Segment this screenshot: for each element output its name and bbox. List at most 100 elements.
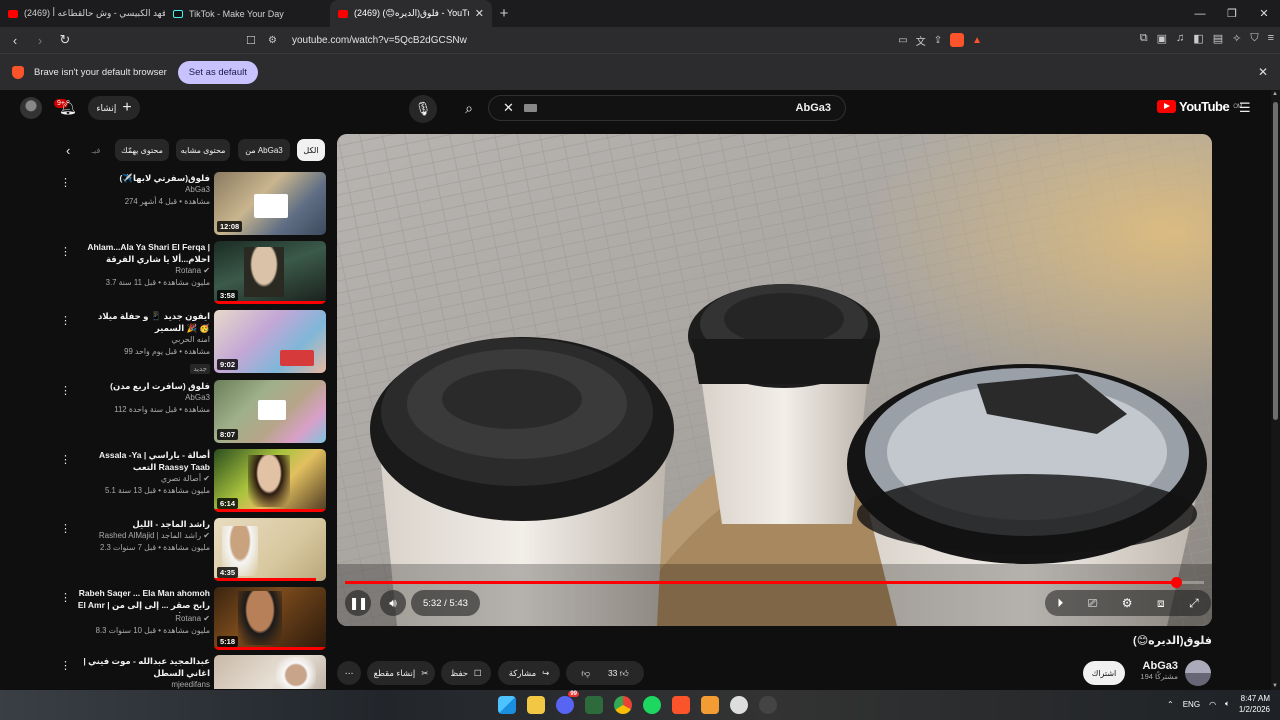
list-item[interactable]: ⋮ Assala -Ya | أصالة - ياراسي التعب Raas… [56, 449, 328, 515]
channel-name[interactable]: Rashed AlMajid | راشد الماجد ✔ [76, 530, 210, 542]
clock[interactable]: 8:47 AM 1/2/2026 [1239, 693, 1270, 715]
scrollbar-thumb[interactable] [1273, 102, 1278, 420]
bookmark-icon[interactable]: ☐ [246, 34, 268, 47]
more-options-icon[interactable]: ⋮ [60, 453, 71, 466]
video-thumbnail[interactable]: 12:08 [214, 172, 326, 235]
share-icon[interactable]: ⇪ [934, 35, 942, 46]
maximize-icon[interactable]: ❐ [1216, 0, 1248, 27]
pause-button[interactable]: ❚❚ [345, 590, 371, 616]
list-item[interactable]: ⋮ فلوق (سافرت اربع مدن) AbGa3 112 مشاهدة… [56, 380, 328, 446]
video-player[interactable]: ❚❚ 🔊︎ 5:32 / 5:43 ⏵ ⎚ ⚙ ⧈ ⤢ [337, 134, 1212, 626]
like-button[interactable]: 33 👍︎ [608, 668, 629, 679]
video-title[interactable]: ايفون جديد 📱 و حفلة ميلاد السمير 🎉 🥳 [76, 310, 210, 334]
close-infobar-icon[interactable]: ✕ [1258, 65, 1268, 79]
miniplayer-icon[interactable]: ⧈ [1157, 596, 1165, 611]
spotify-icon[interactable] [643, 696, 661, 714]
settings-gear-icon[interactable]: ⚙ [1122, 596, 1133, 610]
video-thumbnail[interactable]: 4:35 [214, 518, 326, 581]
video-title[interactable]: راشد الماجد - الليل [76, 518, 210, 530]
tab-youtube-active[interactable]: (2469) فلوق(الديره😊) - YouTube ✕ [330, 0, 492, 27]
language-indicator[interactable]: ENG [1183, 700, 1200, 709]
video-title[interactable]: فلوق(سفرتي لابها✈️) [76, 172, 210, 184]
github-icon[interactable] [730, 696, 748, 714]
list-item[interactable]: ⋮ ايفون جديد 📱 و حفلة ميلاد السمير 🎉 🥳 ا… [56, 310, 328, 376]
save-button[interactable]: حفظ ☐ [441, 661, 491, 685]
channel-name[interactable]: AbGa3 [76, 392, 210, 404]
dislike-icon[interactable]: 👎︎ [581, 668, 590, 679]
video-thumbnail[interactable]: 3:58 [214, 241, 326, 304]
clear-search-icon[interactable]: ✕ [503, 100, 514, 116]
scroll-up-icon[interactable]: ▲ [1272, 91, 1278, 97]
sidebar-icon[interactable]: ◧ [1193, 32, 1203, 45]
search-icon[interactable]: ⌕ [454, 95, 484, 121]
notifications-bell-icon[interactable]: 🔔︎ [59, 99, 77, 117]
xbox-icon[interactable] [585, 696, 603, 714]
screenshot-icon[interactable]: ▣ [1157, 32, 1167, 45]
tray-chevron-icon[interactable]: ⌃ [1167, 700, 1174, 709]
channel-name[interactable]: mjeedifans [76, 679, 210, 689]
address-bar[interactable]: ☐ ⚙ youtube.com/watch?v=5QcB2dGCSNw ▭ 文 … [246, 30, 990, 50]
video-thumbnail[interactable]: 6:14 [214, 449, 326, 512]
chip-for-you[interactable]: محتوى يهمّك [115, 139, 169, 161]
wallet-icon[interactable]: ▤ [1213, 32, 1223, 45]
channel-name[interactable]: Rotana ✔ [76, 265, 210, 277]
channel-name[interactable]: أصالة نصري ✔ [76, 473, 210, 485]
brave-taskbar-icon[interactable] [672, 696, 690, 714]
tab-fahad[interactable]: (2469) فهد الكبيسي - وش حالقطاعه أ [0, 0, 165, 27]
tab-tiktok[interactable]: TikTok - Make Your Day [165, 0, 330, 27]
back-icon[interactable]: ‹ [5, 33, 25, 48]
channel-name[interactable]: AbGa3 [76, 184, 210, 196]
list-item[interactable]: ⋮ فلوق(سفرتي لابها✈️) AbGa3 274 مشاهدة •… [56, 172, 328, 238]
video-title[interactable]: Ahlam...Ala Ya Shari El Ferqa | احلام...… [76, 241, 210, 265]
chip-all[interactable]: الكل [297, 139, 325, 161]
chip-related[interactable]: محتوى مشابه [176, 139, 230, 161]
volume-button[interactable]: 🔊︎ [380, 590, 406, 616]
fullscreen-icon[interactable]: ⤢ [1189, 596, 1199, 611]
url-text[interactable]: youtube.com/watch?v=5QcB2dGCSNw [292, 35, 467, 46]
vpn-icon[interactable]: ⛉ [1250, 32, 1258, 45]
leo-icon[interactable]: ✧ [1232, 32, 1241, 45]
app-triangle-icon[interactable] [701, 696, 719, 714]
new-tab-button[interactable]: + [492, 0, 516, 27]
video-thumbnail[interactable] [214, 655, 326, 689]
seek-bar[interactable] [345, 577, 1204, 588]
forward-icon[interactable]: › [30, 33, 50, 48]
app-record-icon[interactable] [759, 696, 777, 714]
close-tab-icon[interactable]: ✕ [475, 7, 484, 20]
menu-icon[interactable]: ≡ [1268, 32, 1274, 45]
keyboard-icon[interactable] [523, 104, 537, 112]
music-icon[interactable]: ♫ [1176, 32, 1184, 45]
guide-menu-icon[interactable]: ☰ [1239, 100, 1251, 116]
seek-handle[interactable] [1170, 577, 1182, 588]
clip-button[interactable]: إنشاء مقطع ✂ [367, 661, 435, 685]
autoplay-toggle-icon[interactable]: ⏵ [1057, 596, 1063, 611]
video-title[interactable]: فلوق (سافرت اربع مدن) [76, 380, 210, 392]
subscribe-button[interactable]: اشتراك [1083, 661, 1125, 685]
youtube-logo[interactable]: YouTube OM [1157, 99, 1242, 114]
speaker-icon[interactable]: 🔈︎ [1225, 699, 1230, 709]
list-item[interactable]: ⋮ Ahlam...Ala Ya Shari El Ferqa | احلام.… [56, 241, 328, 307]
chrome-icon[interactable] [614, 696, 632, 714]
video-thumbnail[interactable]: 5:18 [214, 587, 326, 650]
more-options-icon[interactable]: ⋮ [60, 591, 71, 604]
channel-name[interactable]: امنه الحربي [76, 334, 210, 346]
create-button[interactable]: إنشاء + [88, 96, 140, 120]
chip-partial[interactable]: فيـ [88, 139, 104, 161]
search-input[interactable]: ✕ AbGa3 [488, 95, 846, 121]
start-windows-icon[interactable] [498, 696, 516, 714]
chip-from-channel[interactable]: من AbGa3 [238, 139, 290, 161]
translate-icon[interactable]: 文 [916, 33, 926, 48]
more-options-icon[interactable]: ⋮ [60, 522, 71, 535]
voice-search-icon[interactable]: 🎙︎ [409, 95, 437, 123]
close-window-icon[interactable]: ✕ [1248, 0, 1280, 27]
list-item[interactable]: ⋮ عبدالمجيد عبدالله - موت فيني | اغاني ا… [56, 655, 328, 689]
list-item[interactable]: ⋮ Rabeh Saqer ... Ela Man ahomoh El Amr … [56, 587, 328, 653]
video-thumbnail[interactable]: 9:02 [214, 310, 326, 373]
video-title[interactable]: Rabeh Saqer ... Ela Man ahomoh El Amr | … [76, 587, 210, 613]
extensions-icon[interactable]: ⧉ [1140, 32, 1148, 45]
video-thumbnail[interactable]: 8:07 [214, 380, 326, 443]
minimize-icon[interactable]: — [1184, 0, 1216, 27]
list-item[interactable]: ⋮ راشد الماجد - الليل Rashed AlMajid | ر… [56, 518, 328, 584]
file-explorer-icon[interactable] [527, 696, 545, 714]
account-avatar[interactable] [20, 97, 42, 119]
